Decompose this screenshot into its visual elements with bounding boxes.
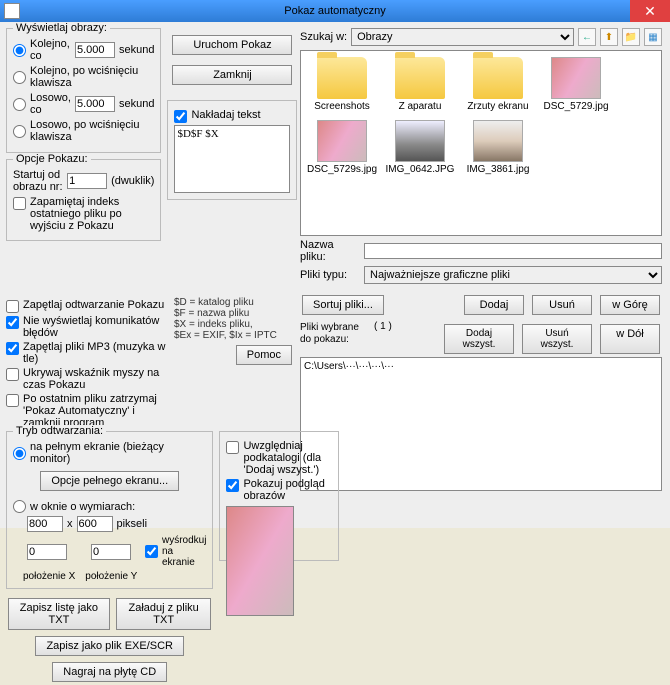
interval1-input[interactable] bbox=[75, 42, 115, 58]
back-icon[interactable]: ← bbox=[578, 28, 596, 46]
file-label: Screenshots bbox=[307, 101, 377, 112]
window-title: Pokaz automatyczny bbox=[284, 5, 386, 17]
load-txt-button[interactable]: Załaduj z pliku TXT bbox=[116, 598, 212, 630]
app-icon bbox=[4, 3, 20, 19]
radio-rand-key[interactable] bbox=[13, 125, 26, 138]
selected-files-list[interactable]: C:\Users\···\···\···\··· bbox=[300, 357, 662, 491]
image-item[interactable]: IMG_0642.JPG bbox=[385, 120, 455, 175]
folder-icon bbox=[473, 57, 523, 99]
file-label: Z aparatu bbox=[385, 101, 455, 112]
folder-item[interactable]: Z aparatu bbox=[385, 57, 455, 112]
preview-check[interactable] bbox=[226, 479, 239, 492]
add-button[interactable]: Dodaj bbox=[464, 295, 524, 315]
sort-files-button[interactable]: Sortuj pliki... bbox=[302, 295, 384, 315]
start-index-input[interactable] bbox=[67, 173, 107, 189]
help-button[interactable]: Pomoc bbox=[236, 345, 292, 365]
up-button[interactable]: w Górę bbox=[600, 295, 660, 315]
save-exe-button[interactable]: Zapisz jako plik EXE/SCR bbox=[35, 636, 184, 656]
image-item[interactable]: DSC_5729.jpg bbox=[541, 57, 611, 112]
folder-item[interactable]: Screenshots bbox=[307, 57, 377, 112]
save-txt-button[interactable]: Zapisz listę jako TXT bbox=[8, 598, 110, 630]
overlay-text-input[interactable] bbox=[174, 125, 290, 193]
folder-icon bbox=[395, 57, 445, 99]
selected-count: ( 1 ) bbox=[374, 321, 392, 357]
file-browser[interactable]: Screenshots Z aparatu Zrzuty ekranu DSC_572… bbox=[300, 50, 662, 236]
fullscreen-opts-button[interactable]: Opcje pełnego ekranu... bbox=[40, 471, 179, 491]
win-w-input[interactable] bbox=[27, 516, 63, 532]
file-label: IMG_3861.jpg bbox=[463, 164, 533, 175]
file-label: Zrzuty ekranu bbox=[463, 101, 533, 112]
burn-cd-button[interactable]: Nagraj na płytę CD bbox=[52, 662, 167, 682]
close-button[interactable]: Zamknij bbox=[172, 65, 292, 85]
filename-input[interactable] bbox=[364, 243, 662, 259]
run-show-button[interactable]: Uruchom Pokaz bbox=[172, 35, 292, 55]
radio-seq-key[interactable] bbox=[13, 71, 26, 84]
radio-fullscreen[interactable] bbox=[13, 447, 26, 460]
loop-mp3-check[interactable] bbox=[6, 342, 19, 355]
image-thumb bbox=[551, 57, 601, 99]
pos-y-input[interactable] bbox=[91, 544, 131, 560]
no-errors-check[interactable] bbox=[6, 316, 19, 329]
new-folder-icon[interactable]: 📁 bbox=[622, 28, 640, 46]
radio-rand-each[interactable] bbox=[13, 98, 26, 111]
interval2-input[interactable] bbox=[75, 96, 115, 112]
pos-x-input[interactable] bbox=[27, 544, 67, 560]
radio-seq-each[interactable] bbox=[13, 44, 26, 57]
image-item[interactable]: IMG_3861.jpg bbox=[463, 120, 533, 175]
placeholder-hints: $D = katalog pliku $F = nazwa pliku $X =… bbox=[174, 297, 294, 341]
loop-check[interactable] bbox=[6, 300, 19, 313]
hide-mouse-check[interactable] bbox=[6, 368, 19, 381]
view-icon[interactable]: ▦ bbox=[644, 28, 662, 46]
up-folder-icon[interactable]: ⬆ bbox=[600, 28, 618, 46]
image-thumb bbox=[317, 120, 367, 162]
subfolders-check[interactable] bbox=[226, 441, 239, 454]
overlay-text-check[interactable] bbox=[174, 110, 187, 123]
center-check[interactable] bbox=[145, 545, 158, 558]
preview-image bbox=[226, 506, 294, 616]
list-item[interactable]: C:\Users\···\···\···\··· bbox=[304, 361, 658, 372]
close-icon[interactable]: ✕ bbox=[630, 0, 670, 22]
radio-window[interactable] bbox=[13, 500, 26, 513]
image-thumb bbox=[473, 120, 523, 162]
filetype-combo[interactable]: Najważniejsze graficzne pliki bbox=[364, 266, 662, 284]
win-h-input[interactable] bbox=[77, 516, 113, 532]
show-options-group: Opcje Pokazu: Startuj od obrazu nr: (dwu… bbox=[6, 159, 161, 241]
image-item[interactable]: DSC_5729s.jpg bbox=[307, 120, 377, 175]
down-button[interactable]: w Dół bbox=[600, 324, 660, 354]
remember-index-check[interactable] bbox=[13, 197, 26, 210]
stop-last-check[interactable] bbox=[6, 394, 19, 407]
folder-icon bbox=[317, 57, 367, 99]
play-mode-group: Tryb odtwarzania: na pełnym ekranie (bie… bbox=[6, 431, 213, 589]
file-label: IMG_0642.JPG bbox=[385, 164, 455, 175]
add-all-button[interactable]: Dodaj wszyst. bbox=[444, 324, 514, 354]
file-label: DSC_5729s.jpg bbox=[307, 164, 377, 175]
search-label: Szukaj w: bbox=[300, 31, 347, 43]
remove-all-button[interactable]: Usuń wszyst. bbox=[522, 324, 592, 354]
remove-button[interactable]: Usuń bbox=[532, 295, 592, 315]
display-images-group: Wyświetlaj obrazy: Kolejno, co sekund Ko… bbox=[6, 28, 161, 153]
title-bar: Pokaz automatyczny ✕ bbox=[0, 0, 670, 22]
folder-item[interactable]: Zrzuty ekranu bbox=[463, 57, 533, 112]
search-combo[interactable]: Obrazy bbox=[351, 28, 574, 46]
image-thumb bbox=[395, 120, 445, 162]
file-label: DSC_5729.jpg bbox=[541, 101, 611, 112]
